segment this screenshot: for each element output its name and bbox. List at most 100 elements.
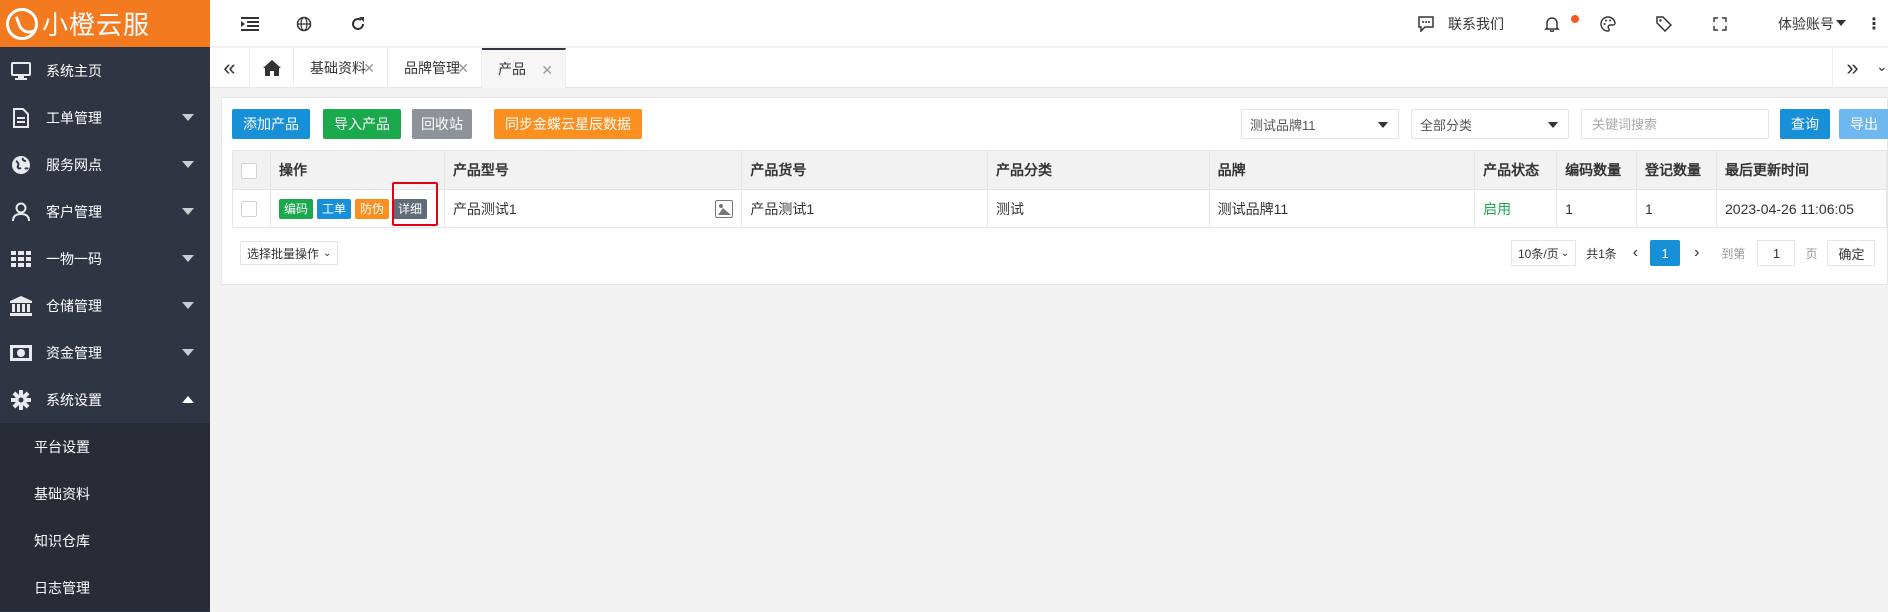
tab-label: 品牌管理 — [404, 60, 460, 76]
fullscreen-icon[interactable] — [1710, 14, 1730, 34]
sku-cell: 产品测试1 — [741, 189, 988, 228]
sidebar-subitem-basic-data[interactable]: 基础资料 — [0, 470, 210, 517]
chevron-down-icon: ⌄ — [323, 247, 332, 259]
anti-fake-button[interactable]: 防伪 — [355, 198, 390, 219]
import-product-button[interactable]: 导入产品 — [323, 109, 401, 139]
sidebar-item-label: 系统主页 — [46, 62, 102, 79]
bank-icon — [10, 295, 32, 317]
sidebar-item-label: 客户管理 — [46, 203, 102, 220]
sidebar-item-settings[interactable]: 系统设置 — [0, 376, 210, 423]
more-icon[interactable]: ⋮ — [1866, 14, 1882, 34]
image-icon[interactable] — [715, 200, 734, 218]
page-button-current[interactable]: 1 — [1650, 240, 1681, 266]
chevron-down-icon: ⌄ — [1560, 247, 1570, 259]
tab-product[interactable]: 产品 ✕ — [482, 48, 566, 88]
sidebar-item-tickets[interactable]: 工单管理 — [0, 94, 210, 141]
sidebar-subitem-platform[interactable]: 平台设置 — [0, 423, 210, 470]
goto-page-input[interactable]: 1 — [1757, 240, 1796, 266]
refresh-icon[interactable] — [348, 14, 368, 34]
total-count: 共1条 — [1586, 246, 1617, 261]
sidebar-item-label: 一物一码 — [46, 250, 102, 267]
goto-confirm-button[interactable]: 确定 — [1827, 240, 1876, 266]
code-count-cell: 1 — [1556, 189, 1638, 228]
sidebar-subitem-logs[interactable]: 日志管理 — [0, 564, 210, 611]
sidebar-item-one-code[interactable]: 一物一码 — [0, 235, 210, 282]
select-all-checkbox[interactable] — [241, 162, 257, 179]
sidebar: 小橙云服 系统主页 工单管理 服务网点 客户管理 一物一码 仓储管理 资金管理 … — [0, 0, 210, 612]
goto-page-value: 1 — [1772, 245, 1781, 261]
contact-link[interactable]: 联系我们 — [1448, 14, 1504, 34]
sidebar-item-home[interactable]: 系统主页 — [0, 47, 210, 94]
bell-icon[interactable] — [1542, 14, 1562, 34]
keyword-search-input[interactable] — [1581, 109, 1769, 139]
money-icon — [10, 342, 32, 364]
query-button[interactable]: 查询 — [1780, 109, 1830, 139]
row-checkbox[interactable] — [241, 201, 257, 218]
add-product-button[interactable]: 添加产品 — [232, 109, 310, 139]
theme-icon[interactable] — [1598, 14, 1618, 34]
close-icon[interactable]: ✕ — [457, 60, 469, 77]
product-model: 产品测试1 — [452, 200, 517, 217]
page-unit-label: 页 — [1805, 246, 1818, 261]
select-all-cell[interactable] — [232, 150, 271, 190]
brand-select[interactable]: 测试品牌11 — [1241, 109, 1399, 139]
category-select[interactable]: 全部分类 — [1411, 109, 1569, 139]
code-button[interactable]: 编码 — [278, 198, 313, 219]
account-menu[interactable]: 体验账号 — [1778, 14, 1834, 34]
updated-cell: 2023-04-26 11:06:05 — [1716, 189, 1887, 228]
recycle-bin-button[interactable]: 回收站 — [412, 109, 472, 139]
logo-icon — [6, 7, 38, 40]
status-cell: 启用 — [1474, 189, 1558, 228]
document-icon — [10, 107, 32, 129]
sidebar-item-customers[interactable]: 客户管理 — [0, 188, 210, 235]
batch-action-select[interactable]: 选择批量操作 ⌄ — [240, 241, 339, 265]
sidebar-subitem-knowledge[interactable]: 知识仓库 — [0, 517, 210, 564]
tab-basic-data[interactable]: 基础资料 ✕ — [294, 48, 388, 88]
export-button[interactable]: 导出 — [1839, 109, 1888, 139]
ticket-button[interactable]: 工单 — [316, 198, 351, 219]
chevron-down-icon[interactable] — [1836, 20, 1846, 26]
chat-icon[interactable] — [1416, 14, 1436, 34]
sidebar-item-label: 服务网点 — [46, 156, 102, 173]
chevron-down-icon — [182, 208, 194, 215]
row-select-cell[interactable] — [232, 189, 271, 228]
batch-action-label: 选择批量操作 — [247, 246, 320, 261]
close-icon[interactable]: ✕ — [541, 62, 553, 79]
page-size-select[interactable]: 10条/页 ⌄ — [1511, 240, 1577, 266]
column-header: 产品货号 — [741, 150, 988, 190]
sidebar-item-funds[interactable]: 资金管理 — [0, 329, 210, 376]
next-page-icon[interactable]: › — [1694, 244, 1699, 262]
prev-page-icon[interactable]: ‹ — [1633, 244, 1638, 262]
table-header-row: 操作 产品型号 产品货号 产品分类 品牌 产品状态 编码数量 登记数量 最后更新… — [232, 150, 1887, 190]
column-header: 产品型号 — [443, 150, 743, 190]
goto-label: 到第 — [1721, 246, 1746, 261]
sidebar-item-service-points[interactable]: 服务网点 — [0, 141, 210, 188]
chevron-down-icon[interactable]: ⌄ — [1876, 58, 1888, 75]
tag-icon[interactable] — [1654, 14, 1674, 34]
model-cell: 产品测试1 — [443, 189, 743, 228]
category-select-value: 全部分类 — [1420, 117, 1473, 133]
sidebar-item-warehouse[interactable]: 仓储管理 — [0, 282, 210, 329]
sidebar-item-label: 系统设置 — [46, 391, 102, 408]
globe-icon[interactable] — [294, 14, 314, 34]
tab-scroll-right-icon[interactable]: » — [1832, 48, 1872, 88]
column-header: 编码数量 — [1556, 150, 1638, 190]
home-icon[interactable] — [250, 48, 294, 88]
tab-scroll-left-icon[interactable]: « — [210, 48, 250, 88]
logo[interactable]: 小橙云服 — [0, 0, 210, 47]
sync-kingdee-button[interactable]: 同步金蝶云星辰数据 — [494, 109, 642, 139]
reg-count-cell: 1 — [1636, 189, 1717, 228]
gear-icon — [10, 389, 32, 411]
sidebar-item-label: 资金管理 — [46, 344, 102, 361]
category-cell: 测试 — [986, 189, 1210, 228]
close-icon[interactable]: ✕ — [363, 60, 375, 77]
settings-submenu: 平台设置 基础资料 知识仓库 日志管理 — [0, 423, 210, 611]
menu-toggle-icon[interactable] — [240, 14, 260, 34]
globe-icon — [10, 154, 32, 176]
tab-brand[interactable]: 品牌管理 ✕ — [388, 48, 482, 88]
column-header: 最后更新时间 — [1716, 150, 1887, 190]
product-panel: 添加产品 导入产品 回收站 同步金蝶云星辰数据 测试品牌11 全部分类 查询 导… — [221, 97, 1888, 285]
batch-select-wrap: 选择批量操作 ⌄ — [240, 240, 339, 266]
product-table: 操作 产品型号 产品货号 产品分类 品牌 产品状态 编码数量 登记数量 最后更新… — [232, 150, 1887, 228]
sidebar-item-label: 工单管理 — [46, 109, 102, 126]
